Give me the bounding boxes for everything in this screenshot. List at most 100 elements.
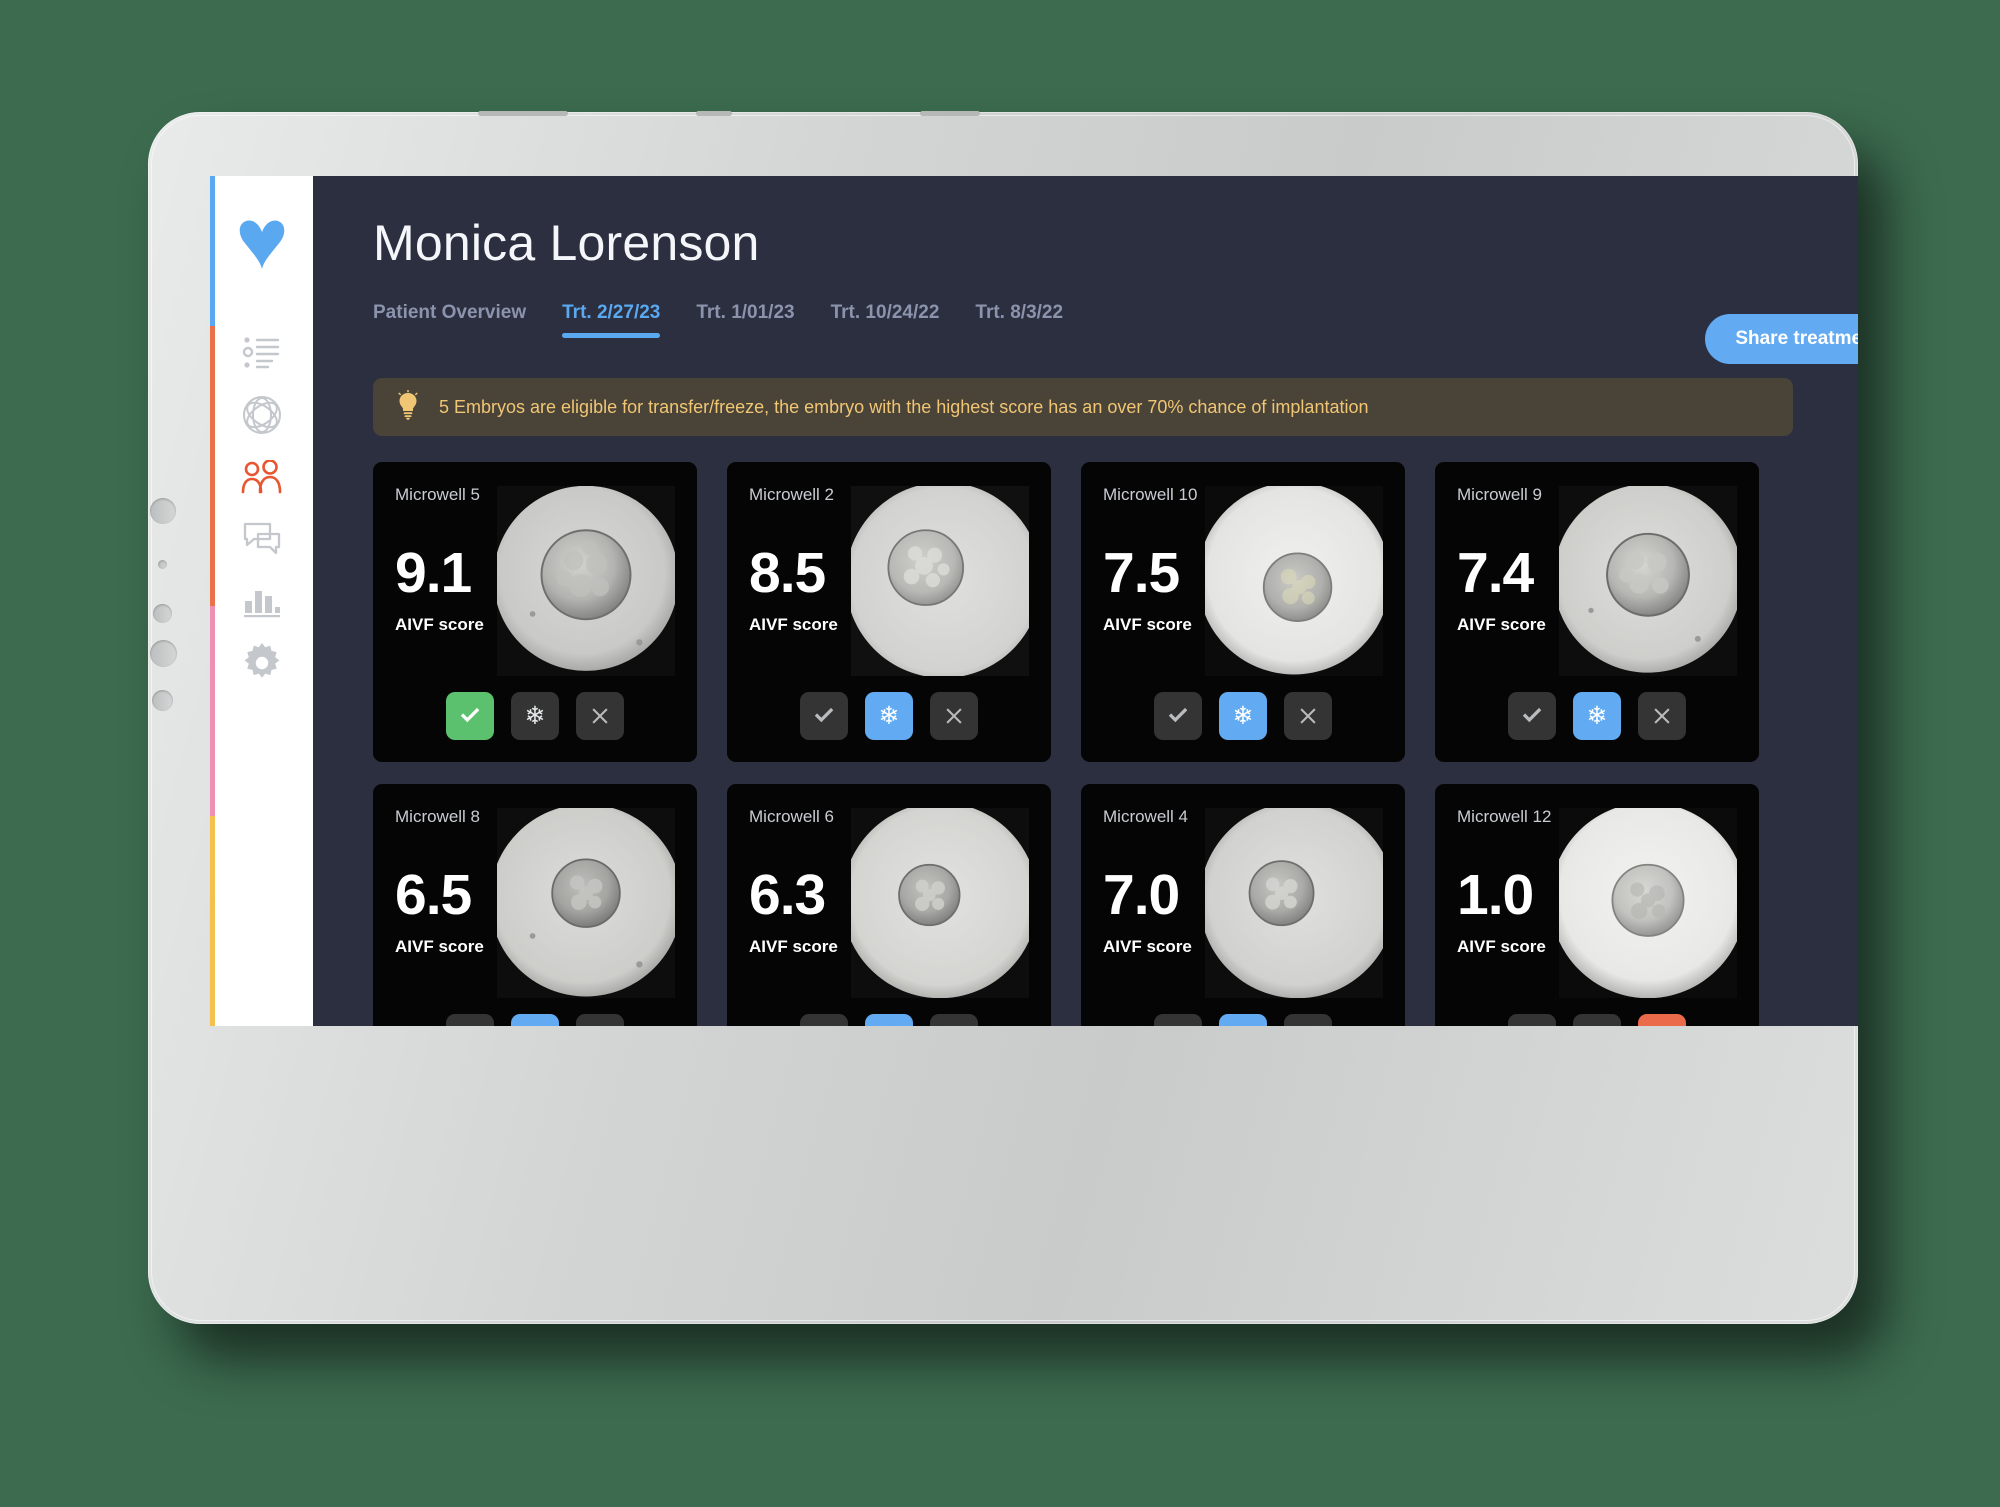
embryo-card[interactable]: Microwell 10 7.5 AIVF score ❄ [1081, 462, 1405, 762]
embryo-actions: ❄ [727, 692, 1051, 740]
list-icon [242, 336, 282, 370]
tab-trt-10-24-22[interactable]: Trt. 10/24/22 [831, 302, 940, 338]
freeze-button[interactable]: ❄ [1573, 692, 1621, 740]
tab-patient-overview[interactable]: Patient Overview [373, 302, 526, 338]
sidebar-logo[interactable] [210, 214, 313, 276]
snowflake-icon: ❄ [879, 1025, 900, 1026]
transfer-button[interactable] [1508, 1014, 1556, 1026]
aivf-score: 6.3 [749, 863, 826, 927]
main-panel: Monica Lorenson Patient Overview Trt. 2/… [313, 176, 1858, 1026]
embryo-grid: Microwell 5 9.1 AIVF score ❄ Microwell 2… [373, 462, 1813, 1026]
microwell-label: Microwell 10 [1103, 485, 1198, 504]
aivf-score: 9.1 [395, 541, 472, 605]
score-caption: AIVF score [749, 615, 838, 634]
score-caption: AIVF score [749, 937, 838, 956]
snowflake-icon: ❄ [1586, 701, 1608, 730]
embryo-actions: ❄ [373, 1014, 697, 1026]
snowflake-icon: ❄ [525, 1025, 546, 1026]
transfer-button[interactable] [800, 1014, 848, 1026]
embryo-actions: ❄ [373, 692, 697, 740]
aivf-score: 7.5 [1103, 541, 1180, 605]
discard-button[interactable] [930, 1014, 978, 1026]
embryo-actions: ❄ [1435, 692, 1759, 740]
freeze-button[interactable]: ❄ [511, 1014, 559, 1026]
discard-button[interactable] [1638, 692, 1686, 740]
microwell-label: Microwell 2 [749, 485, 835, 504]
tablet-screen: Monica Lorenson Patient Overview Trt. 2/… [179, 144, 1858, 1324]
freeze-button[interactable]: ❄ [1219, 1014, 1267, 1026]
sidebar-item-settings[interactable] [210, 632, 313, 694]
freeze-button[interactable]: ❄ [1573, 1014, 1621, 1026]
heart-logo-icon [236, 220, 288, 270]
tab-trt-1-01-23[interactable]: Trt. 1/01/23 [696, 302, 794, 338]
volume-up-button[interactable] [150, 640, 177, 667]
sidebar-item-embryos[interactable] [210, 384, 313, 446]
microwell-label: Microwell 4 [1103, 807, 1189, 826]
aivf-score: 7.0 [1103, 863, 1180, 927]
embryo-card[interactable]: Microwell 4 7.0 AIVF score [1081, 784, 1405, 1026]
embryo-thumbnail[interactable] [1559, 486, 1737, 676]
sidebar-item-patients[interactable] [210, 446, 313, 508]
embryo-thumbnail[interactable] [851, 486, 1029, 676]
score-caption: AIVF score [395, 937, 484, 956]
freeze-button[interactable]: ❄ [865, 1014, 913, 1026]
freeze-button[interactable]: ❄ [511, 692, 559, 740]
embryo-card[interactable]: Microwell 6 6.3 AIVF score [727, 784, 1051, 1026]
transfer-button[interactable] [446, 1014, 494, 1026]
transfer-button[interactable] [1154, 692, 1202, 740]
transfer-button[interactable] [1508, 692, 1556, 740]
power-button[interactable] [150, 498, 176, 524]
share-treatment-button[interactable]: Share treatment [1705, 314, 1858, 364]
embryo-card[interactable]: Microwell 12 1.0 AIVF score [1435, 784, 1759, 1026]
discard-button[interactable] [576, 692, 624, 740]
sidebar-item-worklist[interactable] [210, 322, 313, 384]
mute-button[interactable] [152, 690, 173, 711]
embryo-thumbnail[interactable] [1559, 808, 1737, 998]
embryo-card[interactable]: Microwell 8 6.5 AIVF score [373, 784, 697, 1026]
score-caption: AIVF score [1103, 615, 1192, 634]
banner-text: 5 Embryos are eligible for transfer/free… [439, 396, 1369, 417]
embryo-actions: ❄ [1435, 1014, 1759, 1026]
aivf-score: 1.0 [1457, 863, 1534, 927]
discard-button[interactable] [1284, 1014, 1332, 1026]
microwell-label: Microwell 12 [1457, 807, 1552, 826]
tab-trt-2-27-23[interactable]: Trt. 2/27/23 [562, 302, 661, 338]
speaker-notch [478, 111, 568, 116]
tablet-device: Monica Lorenson Patient Overview Trt. 2/… [148, 111, 1858, 1324]
score-caption: AIVF score [1457, 937, 1546, 956]
discard-button[interactable] [1638, 1014, 1686, 1026]
embryo-card[interactable]: Microwell 9 7.4 AIVF score ❄ [1435, 462, 1759, 762]
eligibility-banner: 5 Embryos are eligible for transfer/free… [373, 378, 1793, 436]
speaker-notch [920, 111, 980, 116]
embryo-card[interactable]: Microwell 5 9.1 AIVF score ❄ [373, 462, 697, 762]
discard-button[interactable] [576, 1014, 624, 1026]
transfer-button[interactable] [800, 692, 848, 740]
discard-button[interactable] [930, 692, 978, 740]
embryo-actions: ❄ [1081, 1014, 1405, 1026]
accent-strip [210, 176, 215, 1026]
transfer-button[interactable] [446, 692, 494, 740]
embryo-thumbnail[interactable] [1205, 486, 1383, 676]
transfer-button[interactable] [1154, 1014, 1202, 1026]
page-title: Monica Lorenson [373, 215, 760, 271]
tab-trt-8-3-22[interactable]: Trt. 8/3/22 [975, 302, 1063, 338]
microwell-label: Microwell 6 [749, 807, 835, 826]
score-caption: AIVF score [1103, 937, 1192, 956]
embryo-card[interactable]: Microwell 2 8.5 AIVF score ❄ [727, 462, 1051, 762]
volume-down-button[interactable] [153, 604, 172, 623]
embryo-thumbnail[interactable] [497, 808, 675, 998]
aivf-score: 6.5 [395, 863, 472, 927]
microwell-label: Microwell 8 [395, 807, 481, 826]
freeze-button[interactable]: ❄ [865, 692, 913, 740]
sidebar-item-messages[interactable] [210, 508, 313, 570]
embryo-thumbnail[interactable] [497, 486, 675, 676]
embryo-thumbnail[interactable] [851, 808, 1029, 998]
bar-chart-icon [242, 584, 282, 618]
freeze-button[interactable]: ❄ [1219, 692, 1267, 740]
snowflake-icon: ❄ [1587, 1025, 1608, 1026]
embryo-icon [242, 395, 282, 435]
embryo-actions: ❄ [727, 1014, 1051, 1026]
discard-button[interactable] [1284, 692, 1332, 740]
sidebar-item-reports[interactable] [210, 570, 313, 632]
embryo-thumbnail[interactable] [1205, 808, 1383, 998]
